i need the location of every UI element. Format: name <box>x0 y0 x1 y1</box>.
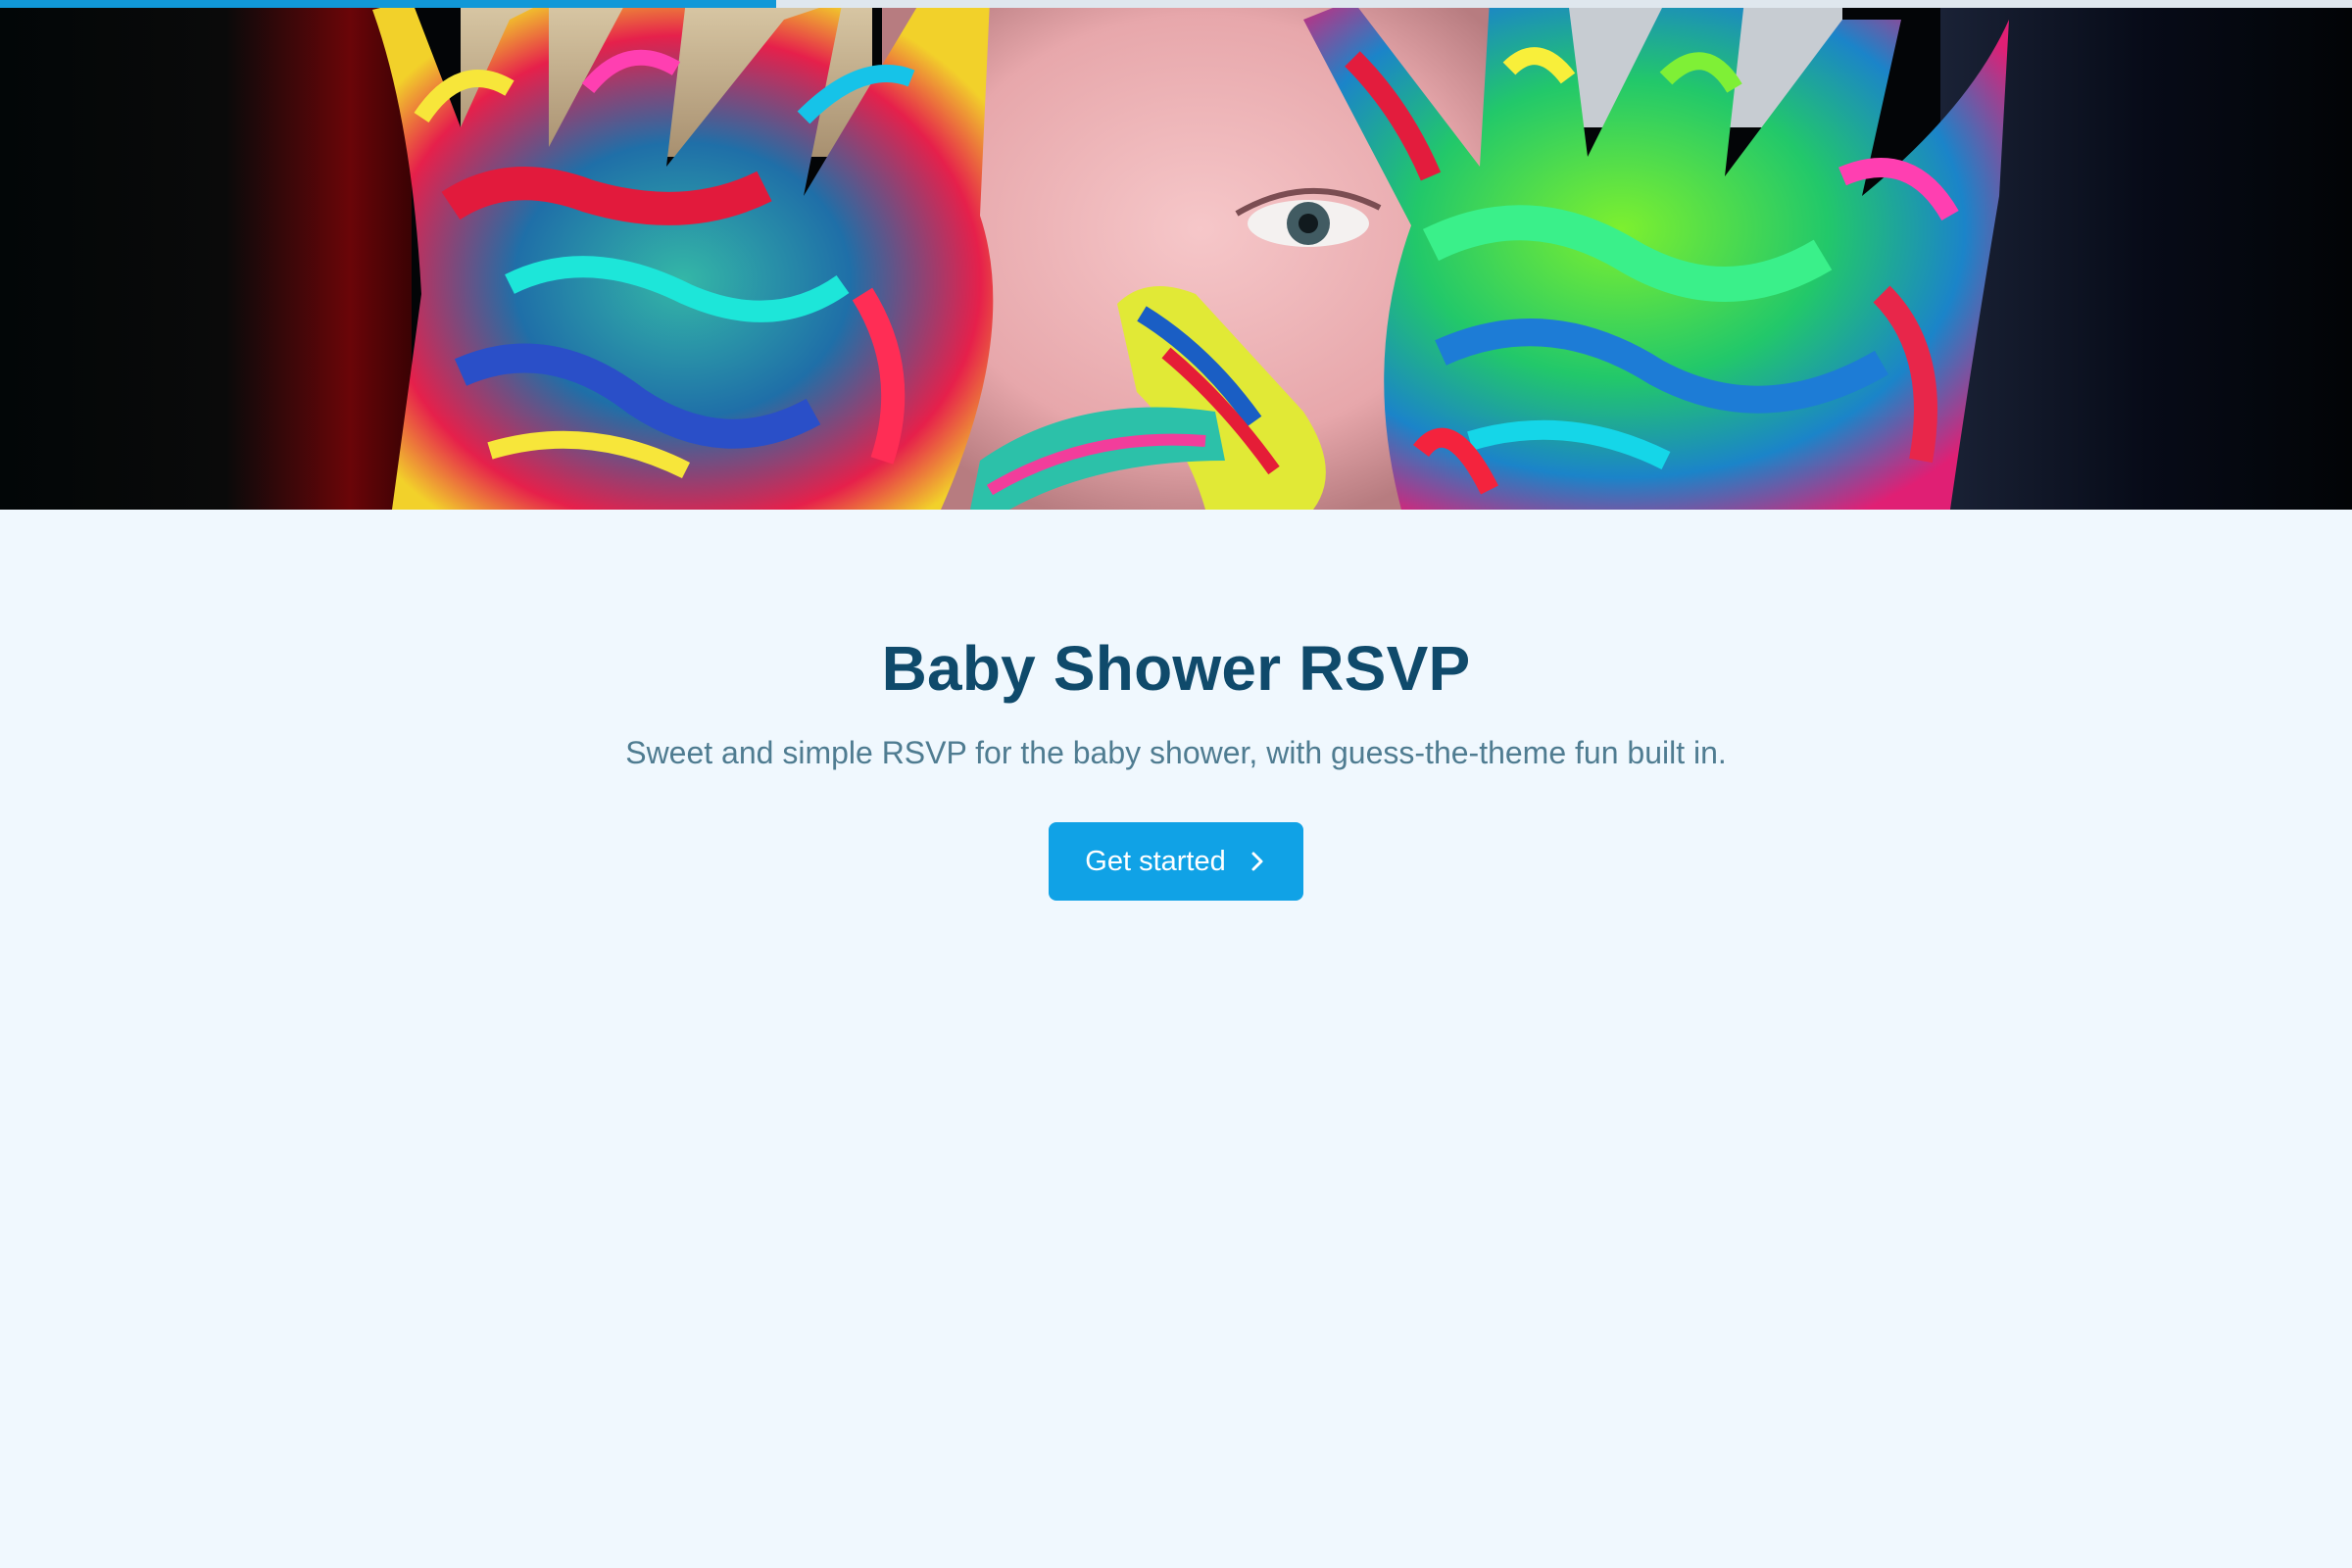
chevron-right-icon <box>1248 850 1267 873</box>
progress-bar <box>0 0 2352 8</box>
page-subtitle: Sweet and simple RSVP for the baby showe… <box>625 734 1727 770</box>
page-title: Baby Shower RSVP <box>881 633 1471 704</box>
get-started-label: Get started <box>1085 845 1226 877</box>
progress-fill <box>0 0 776 8</box>
get-started-button[interactable]: Get started <box>1049 822 1303 902</box>
hero-image <box>0 0 2352 510</box>
intro-section: Baby Shower RSVP Sweet and simple RSVP f… <box>0 510 2352 902</box>
